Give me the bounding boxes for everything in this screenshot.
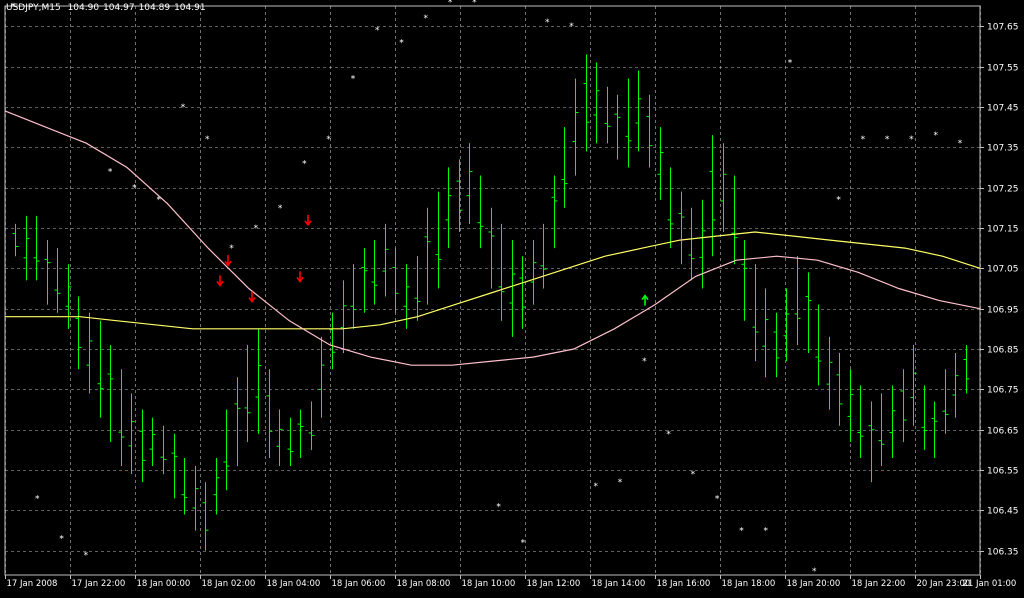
y-tick-label: 107.15	[987, 225, 1019, 235]
fractal-marker: *	[205, 135, 210, 145]
close-value: 104.91	[174, 3, 206, 13]
high-value: 104.97	[103, 3, 135, 13]
fractal-marker: *	[375, 26, 380, 36]
fractal-marker: *	[885, 135, 890, 145]
fractal-marker: *	[861, 135, 866, 145]
chart-area[interactable]: * * * * * * * * * * * * * * * * * * * * * * * * * * * * * * * * * * * * * * * *…	[0, 0, 1024, 594]
fractal-marker: *	[739, 527, 744, 537]
fractal-marker: *	[424, 14, 429, 24]
fractal-marker: *	[788, 58, 793, 68]
price-chart[interactable]: ******************* **** ** ****** ***** * * **…	[0, 0, 1024, 594]
open-value: 104.90	[67, 3, 100, 13]
fractal-marker: *	[618, 478, 623, 488]
y-tick-label: 107.45	[987, 104, 1019, 114]
y-tick-label: 106.45	[987, 507, 1019, 517]
y-tick-label: 107.65	[987, 23, 1019, 33]
fractal-marker: *	[351, 75, 356, 85]
x-tick-label: 18 Jan 02:00	[202, 579, 256, 589]
fractal-marker: *	[521, 539, 526, 549]
x-tick-label: 18 Jan 14:00	[592, 579, 646, 589]
y-tick-label: 106.85	[987, 346, 1019, 356]
fractal-marker: *	[35, 494, 40, 504]
y-tick-label: 107.55	[987, 64, 1019, 74]
fractal-marker: *	[399, 38, 404, 48]
x-tick-label: 18 Jan 18:00	[722, 579, 776, 589]
fractal-marker: *	[84, 551, 89, 561]
x-tick-label: 18 Jan 06:00	[332, 579, 386, 589]
x-tick-label: 21 Jan 01:00	[963, 579, 1017, 589]
fractal-marker: *	[569, 22, 574, 32]
fractal-marker: *	[715, 494, 720, 504]
x-tick-label: 18 Jan 22:00	[852, 579, 906, 589]
fractal-marker: *	[812, 567, 817, 577]
x-tick-label: 17 Jan 22:00	[72, 579, 126, 589]
fractal-marker: *	[448, 0, 453, 8]
fractal-marker: *	[59, 535, 64, 545]
x-tick-label: 18 Jan 20:00	[787, 579, 841, 589]
x-tick-label: 18 Jan 10:00	[462, 579, 516, 589]
fractal-marker: *	[302, 159, 307, 169]
chart-header: USDJPY,M15 104.90 104.97 104.89 104.91	[6, 3, 210, 13]
fractal-marker: *	[496, 502, 501, 512]
x-tick-label: 18 Jan 16:00	[657, 579, 711, 589]
fractal-marker: *	[642, 357, 647, 367]
y-tick-label: 106.65	[987, 427, 1019, 437]
fractal-marker: *	[472, 0, 477, 8]
y-tick-label: 106.75	[987, 386, 1019, 396]
fractal-marker: *	[909, 135, 914, 145]
x-tick-label: 18 Jan 04:00	[267, 579, 321, 589]
fractal-marker: *	[958, 139, 963, 149]
x-tick-label: 17 Jan 2008	[7, 579, 58, 589]
symbol-label: USDJPY,M15	[6, 3, 61, 13]
fractal-marker: *	[933, 131, 938, 141]
fractal-marker: *	[763, 527, 768, 537]
fractal-marker: *	[836, 196, 841, 206]
low-value: 104.89	[138, 3, 171, 13]
fractal-marker: *	[132, 184, 137, 194]
fractal-marker: *	[229, 244, 234, 254]
fractal-marker: *	[156, 196, 161, 206]
y-tick-label: 107.25	[987, 185, 1019, 195]
fractal-marker: *	[666, 430, 671, 440]
x-tick-label: 18 Jan 00:00	[137, 579, 191, 589]
y-tick-label: 107.35	[987, 144, 1019, 154]
fractal-marker: *	[326, 135, 331, 145]
y-tick-label: 107.05	[987, 265, 1019, 275]
fractal-marker: *	[594, 482, 599, 492]
fractal-marker: *	[278, 204, 283, 214]
fractal-marker: *	[545, 18, 550, 28]
fractal-marker: *	[181, 103, 186, 113]
x-tick-label: 18 Jan 12:00	[527, 579, 581, 589]
y-tick-label: 106.95	[987, 306, 1019, 316]
y-tick-label: 106.55	[987, 467, 1019, 477]
x-tick-label: 18 Jan 08:00	[397, 579, 451, 589]
fractal-marker: *	[691, 470, 696, 480]
fractal-marker: *	[254, 224, 259, 234]
fractal-marker: *	[108, 167, 113, 177]
y-tick-label: 106.35	[987, 548, 1019, 558]
